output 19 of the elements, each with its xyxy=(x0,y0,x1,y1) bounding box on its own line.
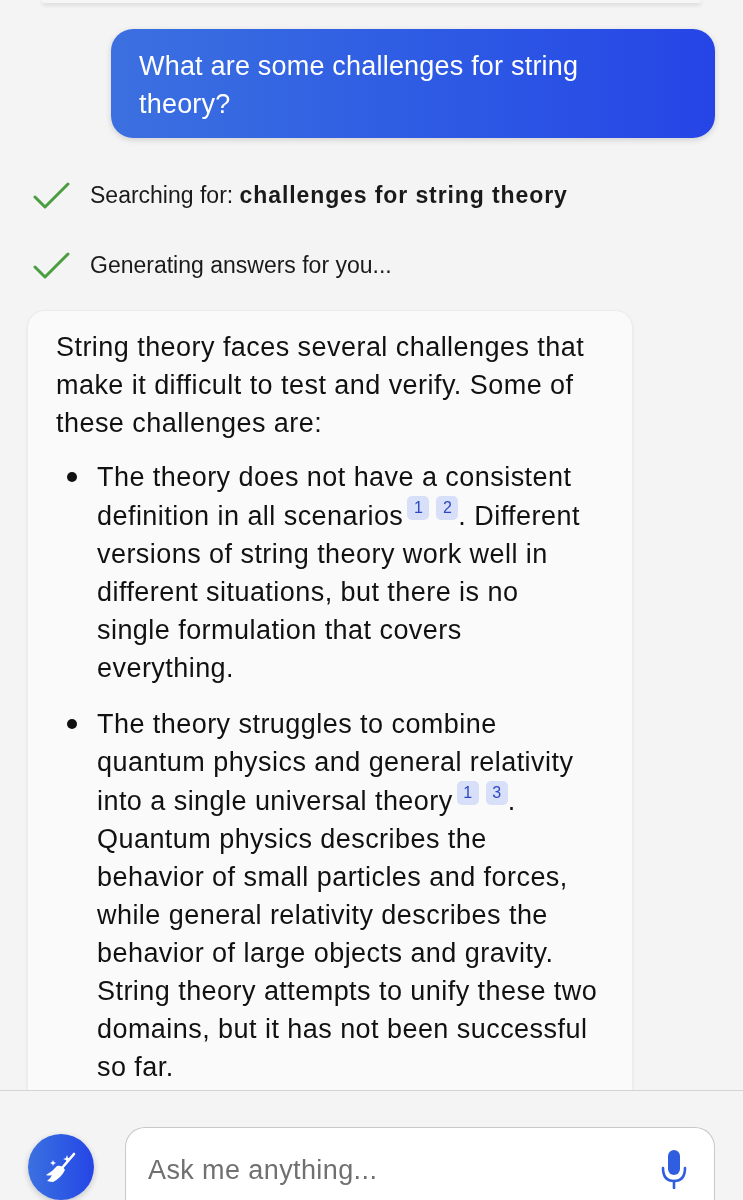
bullet-icon xyxy=(67,472,77,482)
message-input[interactable]: Ask me anything... xyxy=(125,1127,715,1200)
bullet-text: The theory does not have a consistent definition in all scenarios 1 2 . Different versions of string theory work well in different situations, but there is no single formulation that covers everything. xyxy=(97,461,581,685)
bullet-text: The theory struggles to combine quantum physics and general relativity into a single universal theory 1 3 . Quantum physics describes the behavior of small particles and forces, while general relativity describes the behavior of large objects and gravity. String theory attempts to unify these two domains, but it has not been successful so far. xyxy=(97,708,598,1084)
broom-sparkle-icon xyxy=(44,1151,78,1183)
progress-step-text: Searching for: challenges for string theory xyxy=(90,181,568,210)
answer-intro-text: String theory faces several challenges that make it difficult to test and verify. Some of these challenges are: xyxy=(56,331,586,440)
citation-link[interactable]: 1 xyxy=(407,496,430,520)
checkmark-icon xyxy=(33,181,70,209)
bullet-icon xyxy=(67,719,77,729)
clean-chat-button[interactable] xyxy=(28,1134,94,1200)
citation-link[interactable]: 1 xyxy=(456,781,479,805)
user-message-text: What are some challenges for string theory? xyxy=(139,50,580,121)
progress-step-text: Generating answers for you... xyxy=(90,251,392,280)
checkmark-icon xyxy=(33,251,70,279)
microphone-button[interactable] xyxy=(661,1149,687,1189)
microphone-icon xyxy=(661,1149,687,1189)
citation-link[interactable]: 2 xyxy=(436,496,459,520)
citation-link[interactable]: 3 xyxy=(485,781,508,805)
